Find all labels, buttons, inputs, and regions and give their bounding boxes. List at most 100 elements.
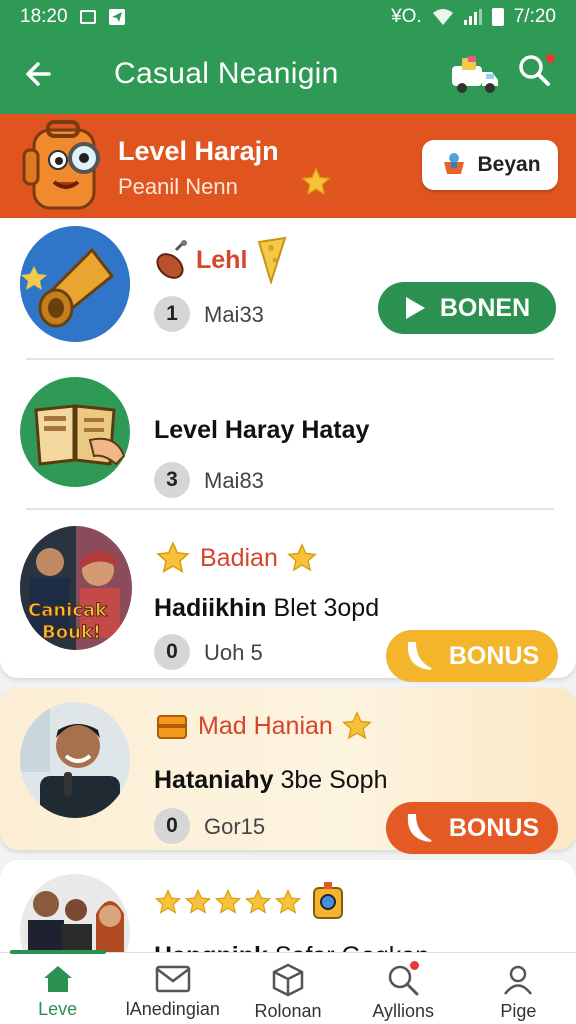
gallery-notification-icon [79,10,96,24]
active-indicator [10,950,106,954]
count-badge: 3 [154,462,190,498]
back-button[interactable] [0,34,76,114]
item-title-bold: Hataniahy [154,766,274,794]
item-meta: Gor15 [204,814,266,839]
item-title: Hadiikhin Blet 3opd [154,594,379,623]
send-notification-icon [108,9,125,25]
star-icon [301,167,331,196]
home-icon [43,966,72,992]
item-meta: Mai83 [204,468,264,493]
bonen-button[interactable]: BONEN [378,282,556,334]
rating-stars [154,882,346,922]
box-icon [272,963,304,997]
star-icon [274,888,302,914]
item-title: Hangnink Safar Gegkan [154,942,429,952]
level-banner[interactable]: Level Harajn Peanil Nenn Beyan [0,114,576,218]
nav-item-pige[interactable]: Pige [461,953,576,1024]
nav-item-ayllions[interactable]: Ayllions [346,953,461,1024]
person-thumbnail [20,702,130,818]
sparkle-star-icon [286,543,317,572]
star-icon [154,888,182,914]
notification-dot [407,959,421,972]
play-icon [405,297,425,319]
page-title: Casual Neanigin [114,57,339,90]
star-icon [184,888,212,914]
list-item[interactable]: Canicak Bouk! Badian Hadiikhin Blet 3opd… [0,510,576,682]
item-kicker: Lehl [154,236,289,284]
nav-label: Pige [500,1001,537,1021]
robot-icon [313,882,343,919]
item-title: Level Haray Hatay [154,416,370,444]
list-item[interactable]: Lehl 1 Mai33 BONEN [0,218,576,358]
status-indicator-text: ¥O. [391,6,422,27]
bonus-button-label: BONUS [448,641,540,670]
nav-label: Rolonan [254,1001,322,1021]
item-kicker-text: Mad Hanian [198,711,333,740]
backpack-mascot-avatar [22,120,106,212]
banner-subtitle: Peanil Nenn [118,174,238,199]
list-item[interactable]: Hangnink Safar Gegkan [0,860,576,952]
star-icon [214,888,242,914]
battery-icon [491,8,504,26]
item-title-bold: Hadiikhin [154,594,267,622]
thumb-caption: Canicak [28,600,108,621]
sparkle-star-icon [341,711,372,740]
item-title-bold: Hangnink [154,942,268,952]
bonus-button[interactable]: BONUS [386,630,558,682]
item-meta: Mai33 [204,302,264,327]
status-clock: 7/:20 [513,6,556,27]
book-thumbnail [20,374,130,490]
count-badge: 1 [154,296,190,332]
item-title: Hataniahy 3be Soph [154,766,387,795]
nav-item-lanedingian[interactable]: lAnedingian [115,953,230,1024]
star-icon [244,888,272,914]
nav-item-rolonan[interactable]: Rolonan [230,953,345,1024]
list-item[interactable]: Mad Hanian Hataniahy 3be Soph 0 Gor15 BO… [0,688,576,854]
nav-label: lAnedingian [125,999,220,1019]
horn-thumbnail [20,226,130,342]
thumb-caption: Bouk! [42,622,101,643]
beyan-button[interactable]: Beyan [422,140,558,190]
bottom-navigation: Leve lAnedingian Rolonan Ayllions Pige [0,950,576,1024]
content-list: Lehl 1 Mai33 BONEN Level Haray Hatay 3 M… [0,218,576,952]
star-icon [156,541,190,574]
beyan-button-label: Beyan [477,153,541,176]
banana-icon [407,814,432,842]
gift-icon [157,715,187,739]
group-thumbnail [20,874,130,952]
item-title-light: Safar Gegkan [275,942,429,952]
count-badge: 0 [154,634,190,670]
nav-item-leve[interactable]: Leve [0,950,115,1024]
trophy-icon [444,153,465,174]
truck-icon [452,56,498,93]
signal-icon [463,9,482,25]
item-kicker-text: Badian [200,543,278,572]
mallet-icon [156,240,187,279]
search-button[interactable] [514,50,560,96]
list-item[interactable]: Level Haray Hatay 3 Mai83 [0,360,576,508]
item-title-light: 3be Soph [280,766,388,794]
mail-icon [155,965,191,993]
profile-icon [504,965,533,995]
count-badge: 0 [154,808,190,844]
item-kicker-text: Lehl [196,245,248,274]
app-bar: Casual Neanigin [0,34,576,114]
item-title-light: Blet 3opd [273,594,380,622]
list-card-group: Lehl 1 Mai33 BONEN Level Haray Hatay 3 M… [0,218,576,682]
wifi-icon [432,9,453,25]
bonen-button-label: BONEN [439,293,531,322]
bonus-button[interactable]: BONUS [386,802,558,854]
nav-label: Ayllions [372,1001,435,1021]
item-kicker: Mad Hanian [154,708,373,744]
delivery-button[interactable] [448,52,502,96]
status-bar: 18:20 ¥O. 7/:20 [0,0,576,34]
banner-title: Level Harajn [118,136,279,166]
cheese-icon [258,236,287,284]
notification-dot [544,52,557,65]
banana-icon [407,642,432,670]
nav-label: Leve [38,999,78,1019]
bonus-button-label: BONUS [448,813,540,842]
status-time: 18:20 [20,6,68,27]
people-thumbnail: Canicak Bouk! [20,526,132,650]
item-meta: Uoh 5 [204,640,263,665]
